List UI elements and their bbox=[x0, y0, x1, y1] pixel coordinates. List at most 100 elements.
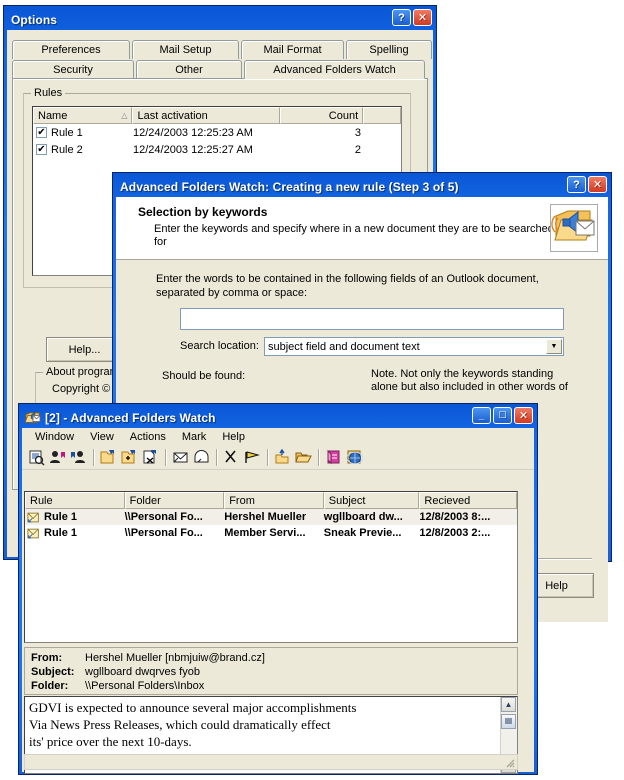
column-header-folder[interactable]: Folder bbox=[124, 492, 225, 509]
menu-view[interactable]: View bbox=[83, 430, 121, 444]
cell-rule: Rule 1 bbox=[44, 511, 78, 523]
column-header-count[interactable]: Count bbox=[279, 107, 364, 124]
mail-rule-icon bbox=[27, 512, 39, 522]
tab-preferences[interactable]: Preferences bbox=[12, 40, 130, 59]
scrollbar-thumb[interactable] bbox=[501, 714, 516, 729]
rule-name: Rule 1 bbox=[51, 126, 83, 139]
messages-listview[interactable]: Rule Folder From Subject Recieved Rule 1… bbox=[24, 491, 518, 643]
table-row[interactable]: ✔ Rule 2 12/24/2003 12:25:27 AM 2 bbox=[33, 141, 401, 158]
search-location-label: Search location: bbox=[180, 340, 259, 352]
note-text: Note. Not only the keywords standing alo… bbox=[371, 368, 568, 393]
column-header-spare[interactable] bbox=[363, 107, 401, 124]
toolbar-separator bbox=[267, 448, 268, 466]
preview-folder-line: Folder: \\Personal Folders\Inbox bbox=[31, 679, 517, 693]
message-preview-header: From: Hershel Mueller [nbmjuiw@brand.cz]… bbox=[24, 647, 518, 695]
column-header-name[interactable]: Name △ bbox=[33, 107, 133, 124]
toolbar-separator bbox=[318, 448, 319, 466]
close-icon[interactable]: ✕ bbox=[413, 9, 432, 26]
column-header-from[interactable]: From bbox=[224, 492, 324, 509]
cut-mark-icon[interactable] bbox=[221, 447, 242, 468]
should-be-found-label: Should be found: bbox=[162, 370, 246, 382]
column-header-recieved[interactable]: Recieved bbox=[419, 492, 517, 509]
tab-mail-setup[interactable]: Mail Setup bbox=[132, 40, 239, 59]
search-location-value: subject field and document text bbox=[268, 340, 420, 353]
search-location-select[interactable]: subject field and document text ▼ bbox=[264, 337, 564, 356]
rule-count: 3 bbox=[354, 126, 361, 139]
tab-other[interactable]: Other bbox=[136, 60, 242, 79]
add-folder-icon[interactable] bbox=[119, 447, 140, 468]
help-icon[interactable]: ? bbox=[567, 176, 586, 193]
preview-folder-value: \\Personal Folders\Inbox bbox=[85, 680, 205, 692]
cell-from: Hershel Mueller bbox=[224, 511, 307, 523]
wizard-header-title: Selection by keywords bbox=[138, 205, 268, 219]
wizard-header: Selection by keywords Enter the keywords… bbox=[116, 197, 608, 260]
web-icon[interactable] bbox=[344, 447, 365, 468]
afw-titlebar[interactable]: [2] - Advanced Folders Watch _ ☐ ✕ bbox=[22, 407, 534, 428]
delete-folder-icon[interactable] bbox=[140, 447, 161, 468]
tab-security[interactable]: Security bbox=[12, 60, 134, 79]
tab-spelling[interactable]: Spelling bbox=[346, 40, 432, 59]
options-titlebar[interactable]: Options ? ✕ bbox=[7, 9, 433, 30]
wizard-header-subtitle: Enter the keywords and specify where in … bbox=[154, 223, 554, 248]
add-contact-icon[interactable] bbox=[47, 447, 68, 468]
messages-listview-header: Rule Folder From Subject Recieved bbox=[25, 492, 517, 509]
chevron-down-icon[interactable]: ▼ bbox=[546, 339, 562, 354]
cell-from: Member Servi... bbox=[224, 527, 306, 539]
view-rules-icon[interactable] bbox=[26, 447, 47, 468]
minimize-icon[interactable]: _ bbox=[472, 407, 491, 424]
menu-window[interactable]: Window bbox=[28, 430, 81, 444]
rule-checkbox[interactable]: ✔ bbox=[36, 127, 47, 138]
column-header-last-activation[interactable]: Last activation bbox=[132, 107, 280, 124]
close-icon[interactable]: ✕ bbox=[588, 176, 607, 193]
wizard-titlebar[interactable]: Advanced Folders Watch: Creating a new r… bbox=[116, 176, 608, 197]
preview-subject-line: Subject: wgllboard dwqrves fyob bbox=[31, 665, 517, 679]
rule-checkbox[interactable]: ✔ bbox=[36, 144, 47, 155]
tab-advanced-folders-watch[interactable]: Advanced Folders Watch bbox=[244, 60, 425, 79]
table-row[interactable]: Rule 1 \\Personal Fo... Hershel Mueller … bbox=[25, 509, 517, 525]
reply-mail-icon[interactable] bbox=[191, 447, 212, 468]
toolbar-separator bbox=[165, 448, 166, 466]
cell-folder: \\Personal Fo... bbox=[124, 527, 203, 539]
column-header-subject[interactable]: Subject bbox=[323, 492, 420, 509]
menu-mark[interactable]: Mark bbox=[175, 430, 213, 444]
wizard-title: Advanced Folders Watch: Creating a new r… bbox=[120, 179, 459, 194]
wizard-banner-icon bbox=[550, 204, 598, 252]
rule-count: 2 bbox=[354, 143, 361, 156]
resize-grip-icon[interactable] bbox=[503, 756, 515, 768]
help-icon[interactable]: ? bbox=[392, 9, 411, 26]
menu-actions[interactable]: Actions bbox=[123, 430, 173, 444]
message-body-text: GDVI is expected to announce several maj… bbox=[29, 700, 357, 749]
cell-recieved: 12/8/2003 2:... bbox=[419, 527, 491, 539]
table-row[interactable]: Rule 1 \\Personal Fo... Member Servi... … bbox=[25, 525, 517, 541]
remove-contact-icon[interactable] bbox=[68, 447, 89, 468]
menu-bar: Window View Actions Mark Help bbox=[22, 428, 534, 445]
scroll-up-icon[interactable]: ▲ bbox=[501, 697, 516, 712]
table-row[interactable]: ✔ Rule 1 12/24/2003 12:25:23 AM 3 bbox=[33, 124, 401, 141]
new-folder-icon[interactable] bbox=[98, 447, 119, 468]
tab-mail-format[interactable]: Mail Format bbox=[241, 40, 344, 59]
advanced-folders-watch-window: [2] - Advanced Folders Watch _ ☐ ✕ Windo… bbox=[18, 403, 538, 775]
cell-subject: wgllboard dw... bbox=[323, 511, 403, 523]
rule-name: Rule 2 bbox=[51, 143, 83, 156]
cell-subject: Sneak Previe... bbox=[323, 527, 402, 539]
menu-help[interactable]: Help bbox=[215, 430, 252, 444]
wizard-titlebar-buttons: ? ✕ bbox=[567, 176, 607, 193]
close-icon[interactable]: ✕ bbox=[514, 407, 533, 424]
open-mail-icon[interactable] bbox=[170, 447, 191, 468]
keywords-input[interactable] bbox=[180, 308, 564, 330]
status-bar bbox=[24, 754, 518, 770]
afw-titlebar-buttons: _ ☐ ✕ bbox=[472, 407, 533, 424]
cell-rule: Rule 1 bbox=[44, 527, 78, 539]
rule-last-activation: 12/24/2003 12:25:27 AM bbox=[133, 143, 253, 156]
move-to-folder-icon[interactable] bbox=[272, 447, 293, 468]
rules-listview-header: Name △ Last activation Count bbox=[33, 107, 401, 124]
maximize-icon[interactable]: ☐ bbox=[493, 407, 512, 424]
preview-from-value: Hershel Mueller [nbmjuiw@brand.cz] bbox=[85, 652, 265, 664]
column-header-rule[interactable]: Rule bbox=[25, 492, 125, 509]
cell-recieved: 12/8/2003 8:... bbox=[419, 511, 491, 523]
toolbar bbox=[22, 445, 534, 470]
toolbar-separator bbox=[93, 448, 94, 466]
open-folder-icon[interactable] bbox=[293, 447, 314, 468]
mark-flag-icon[interactable] bbox=[242, 447, 263, 468]
address-book-icon[interactable] bbox=[323, 447, 344, 468]
